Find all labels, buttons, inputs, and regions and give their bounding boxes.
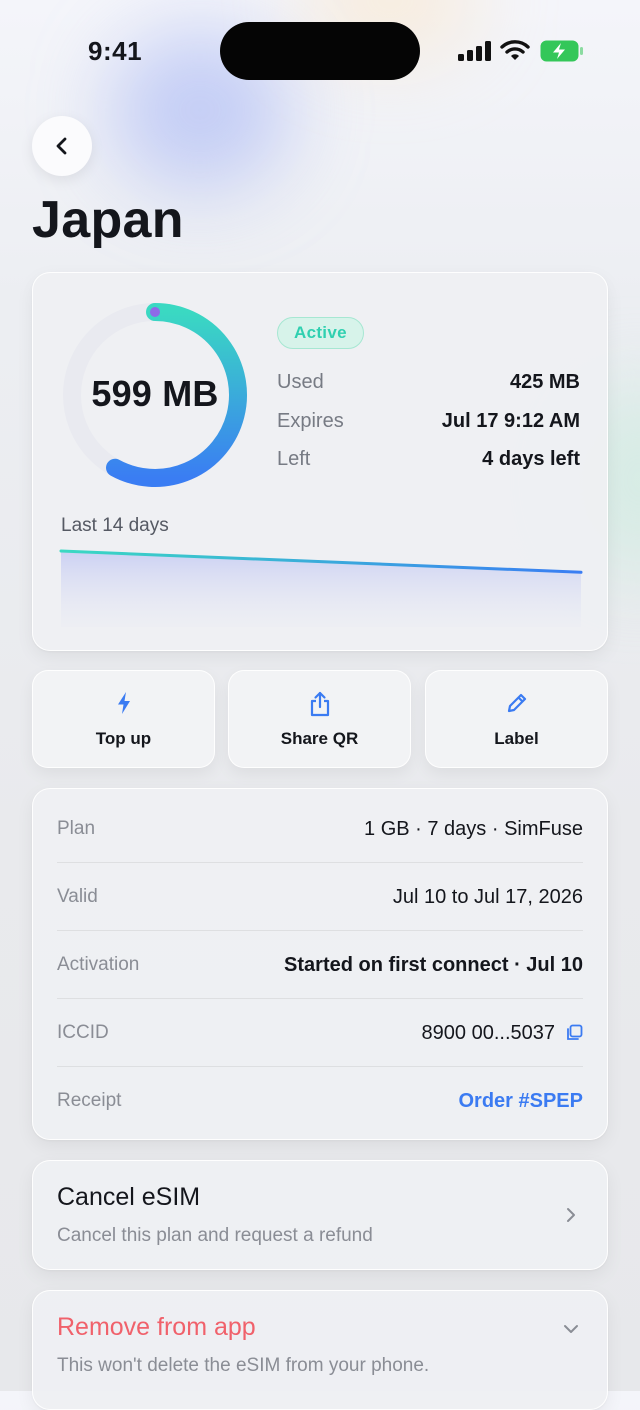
copy-icon[interactable]: [565, 1024, 583, 1042]
iccid-value-group: 8900 00...5037: [422, 1022, 583, 1045]
status-bar: 9:41: [0, 0, 640, 100]
share-icon: [310, 691, 329, 717]
detail-value: 1 GB · 7 days · SimFuse: [364, 817, 583, 840]
stat-row-expires: Expires Jul 17 9:12 AM: [277, 410, 580, 433]
stat-label: Expires: [277, 410, 344, 432]
stat-label: Used: [277, 371, 324, 393]
detail-row-iccid: ICCID 8900 00...5037: [57, 999, 583, 1067]
stat-value: 4 days left: [482, 448, 580, 470]
stat-value: Jul 17 9:12 AM: [441, 410, 580, 432]
status-badge: Active: [277, 317, 364, 349]
remaining-data-value: 599 MB: [91, 373, 219, 414]
detail-label: Activation: [57, 954, 140, 975]
cancel-esim-row[interactable]: Cancel eSIM Cancel this plan and request…: [32, 1160, 608, 1270]
share-qr-button[interactable]: Share QR: [228, 670, 411, 768]
detail-label: Receipt: [57, 1090, 122, 1111]
back-button[interactable]: [32, 116, 92, 176]
detail-row-receipt: Receipt Order #SPEP: [57, 1067, 583, 1135]
detail-label: Valid: [57, 886, 98, 907]
stat-row-left: Left 4 days left: [277, 448, 580, 471]
stat-label: Left: [277, 448, 311, 470]
wifi-icon: [500, 40, 530, 60]
battery-charging-icon: [540, 40, 583, 62]
action-label: Label: [494, 729, 539, 748]
remove-title: Remove from app: [57, 1313, 256, 1341]
cellular-signal-icon: [458, 41, 492, 61]
chevron-right-icon: [567, 1208, 575, 1222]
stat-value: 425 MB: [509, 371, 580, 393]
detail-value: Started on first connect · Jul 10: [284, 953, 583, 976]
detail-value: Jul 10 to Jul 17, 2026: [392, 885, 583, 908]
detail-label: ICCID: [57, 1022, 109, 1043]
remove-subtitle: This won't delete the eSIM from your pho…: [57, 1355, 430, 1376]
status-time: 9:41: [88, 36, 143, 66]
usage-sparkline: [59, 549, 583, 627]
detail-row-activation: Activation Started on first connect · Ju…: [57, 931, 583, 999]
action-label: Top up: [95, 729, 152, 748]
chevron-left-icon: [56, 137, 67, 155]
detail-row-valid: Valid Jul 10 to Jul 17, 2026: [57, 863, 583, 931]
history-label: Last 14 days: [61, 515, 169, 536]
cancel-subtitle: Cancel this plan and request a refund: [57, 1225, 373, 1246]
label-button[interactable]: Label: [425, 670, 608, 768]
ring-start-dot: [150, 307, 160, 317]
cancel-title: Cancel eSIM: [57, 1183, 201, 1211]
detail-value: 8900 00...5037: [421, 1021, 555, 1044]
bolt-icon: [117, 692, 130, 714]
stat-row-used: Used 425 MB: [277, 371, 580, 394]
top-up-button[interactable]: Top up: [32, 670, 215, 768]
dynamic-island: [220, 22, 420, 80]
page-title: Japan: [32, 191, 184, 249]
usage-card: 599 MB Active Used 425 MB Expires Jul 17…: [32, 272, 608, 651]
chevron-down-icon[interactable]: [563, 1321, 579, 1337]
receipt-link[interactable]: Order #SPEP: [458, 1090, 583, 1113]
plan-details-card: Plan 1 GB · 7 days · SimFuse Valid Jul 1…: [32, 788, 608, 1140]
detail-label: Plan: [57, 818, 96, 839]
remove-from-app-row[interactable]: Remove from app This won't delete the eS…: [32, 1290, 608, 1410]
action-label: Share QR: [280, 729, 359, 748]
detail-row-plan: Plan 1 GB · 7 days · SimFuse: [57, 795, 583, 863]
pencil-icon: [507, 693, 526, 713]
